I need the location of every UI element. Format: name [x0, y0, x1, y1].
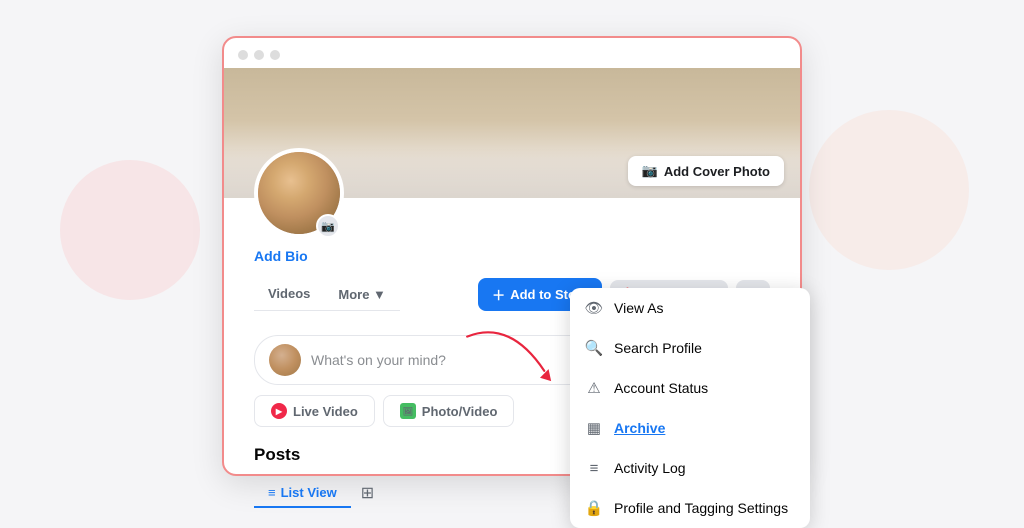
traffic-light-red — [238, 50, 248, 60]
list-icon: ≡ — [268, 485, 276, 500]
dropdown-archive[interactable]: ▦ Archive — [570, 408, 810, 448]
profile-tagging-icon: 🔒 — [584, 498, 604, 518]
view-as-label: View As — [614, 300, 664, 316]
profile-navigation: Videos More ▼ — [254, 278, 400, 311]
list-view-label: List View — [281, 485, 337, 500]
live-video-button[interactable]: ▶ Live Video — [254, 395, 375, 427]
account-status-label: Account Status — [614, 380, 708, 396]
camera-icon: 📷 — [642, 163, 658, 179]
dropdown-profile-tagging[interactable]: 🔒 Profile and Tagging Settings — [570, 488, 810, 528]
browser-window: 📷 📷 Add Cover Photo Add Bio Videos More … — [222, 36, 802, 476]
nav-item-more[interactable]: More ▼ — [324, 279, 400, 310]
plus-icon: ＋ — [492, 285, 505, 304]
activity-log-icon: ≡ — [584, 458, 604, 478]
search-profile-label: Search Profile — [614, 340, 702, 356]
live-video-label: Live Video — [293, 404, 358, 419]
cover-photo-area: 📷 📷 Add Cover Photo — [224, 68, 800, 198]
list-view-button[interactable]: ≡ List View — [254, 479, 351, 508]
add-cover-photo-button[interactable]: 📷 Add Cover Photo — [628, 156, 784, 186]
photo-icon: 🖼 — [400, 403, 416, 419]
avatar-camera-button[interactable]: 📷 — [316, 214, 340, 238]
posts-title: Posts — [254, 445, 300, 465]
profile-tagging-label: Profile and Tagging Settings — [614, 500, 788, 516]
bg-decoration-left — [60, 160, 200, 300]
composer-placeholder: What's on your mind? — [311, 352, 446, 368]
photo-video-label: Photo/Video — [422, 404, 498, 419]
view-as-icon: 👁 — [584, 298, 604, 318]
dropdown-menu: 👁 View As 🔍 Search Profile ⚠ Account Sta… — [570, 288, 810, 528]
traffic-light-yellow — [254, 50, 264, 60]
traffic-light-green — [270, 50, 280, 60]
bg-decoration-right — [809, 110, 969, 270]
dropdown-account-status[interactable]: ⚠ Account Status — [570, 368, 810, 408]
add-cover-photo-label: Add Cover Photo — [664, 164, 770, 179]
search-profile-icon: 🔍 — [584, 338, 604, 358]
grid-view-button[interactable]: ⊞ — [351, 477, 384, 509]
dropdown-activity-log[interactable]: ≡ Activity Log — [570, 448, 810, 488]
nav-item-videos[interactable]: Videos — [254, 278, 324, 311]
composer-avatar — [269, 344, 301, 376]
dropdown-view-as[interactable]: 👁 View As — [570, 288, 810, 328]
archive-label: Archive — [614, 420, 665, 436]
photo-video-button[interactable]: 🖼 Photo/Video — [383, 395, 515, 427]
account-status-icon: ⚠ — [584, 378, 604, 398]
add-bio-link[interactable]: Add Bio — [254, 248, 770, 264]
traffic-lights — [224, 38, 800, 68]
activity-log-label: Activity Log — [614, 460, 686, 476]
archive-icon: ▦ — [584, 418, 604, 438]
live-icon: ▶ — [271, 403, 287, 419]
dropdown-search-profile[interactable]: 🔍 Search Profile — [570, 328, 810, 368]
